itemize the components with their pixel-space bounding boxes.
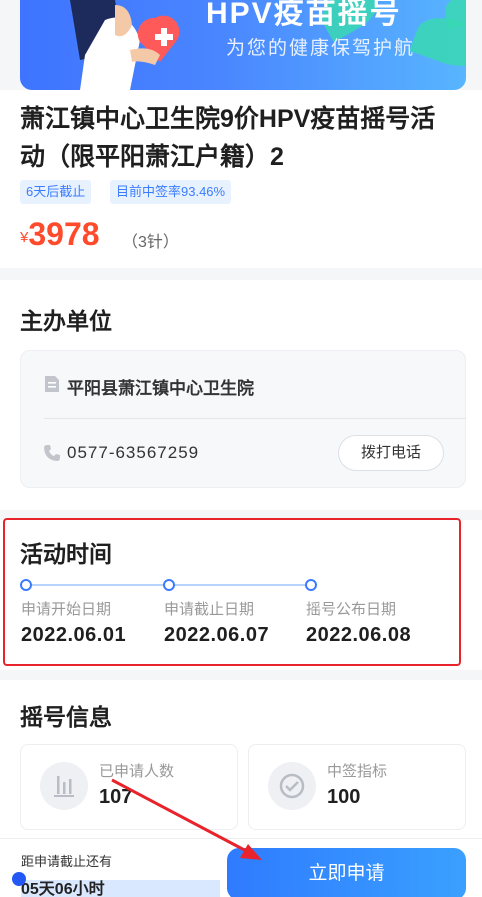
lottery-info-section-title: 摇号信息 [20,704,112,730]
leaf-decoration [442,0,466,29]
deadline-tag: 6天后截止 [20,180,92,204]
apply-now-button[interactable]: 立即申请 [227,848,466,897]
banner-subtitle: 为您的健康保驾护航 [226,38,416,59]
banner-title: HPV疫苗摇号 [206,0,402,30]
deadline-countdown-value: 05天06小时 [21,881,105,897]
hero-banner: HPV疫苗摇号 为您的健康保驾护航 [20,0,466,90]
price-value: 3978 [28,216,100,252]
event-title: 萧江镇中心卫生院9价HPV疫苗摇号活动（限平阳萧江户籍）2 [20,105,436,171]
divider [44,418,466,419]
stat-value: 107 [99,786,133,808]
organizer-section-title: 主办单位 [20,308,112,334]
phone-icon [44,445,60,461]
organizer-phone: 0577-63567259 [67,443,200,462]
call-button[interactable]: 拨打电话 [338,435,444,471]
stat-label: 中签指标 [327,763,388,780]
stat-value: 100 [327,786,361,808]
nurse-illustration [70,0,180,90]
stat-label: 已申请人数 [99,763,175,780]
deadline-countdown-label: 距申请截止还有 [21,854,113,869]
annotation-highlight-box [3,518,461,666]
check-circle-icon [268,762,316,810]
price-note: （3针） [122,234,179,251]
document-icon [45,376,59,392]
success-rate-tag: 目前中签率93.46% [110,180,232,204]
cursor-dot [12,872,26,886]
organizer-name: 平阳县萧江镇中心卫生院 [67,379,254,398]
bar-chart-icon [40,762,88,810]
price: ¥3978 [20,216,100,253]
page: HPV疫苗摇号 为您的健康保驾护航 萧江镇中心卫生院9价HPV疫苗摇号活动（限平… [0,0,482,897]
